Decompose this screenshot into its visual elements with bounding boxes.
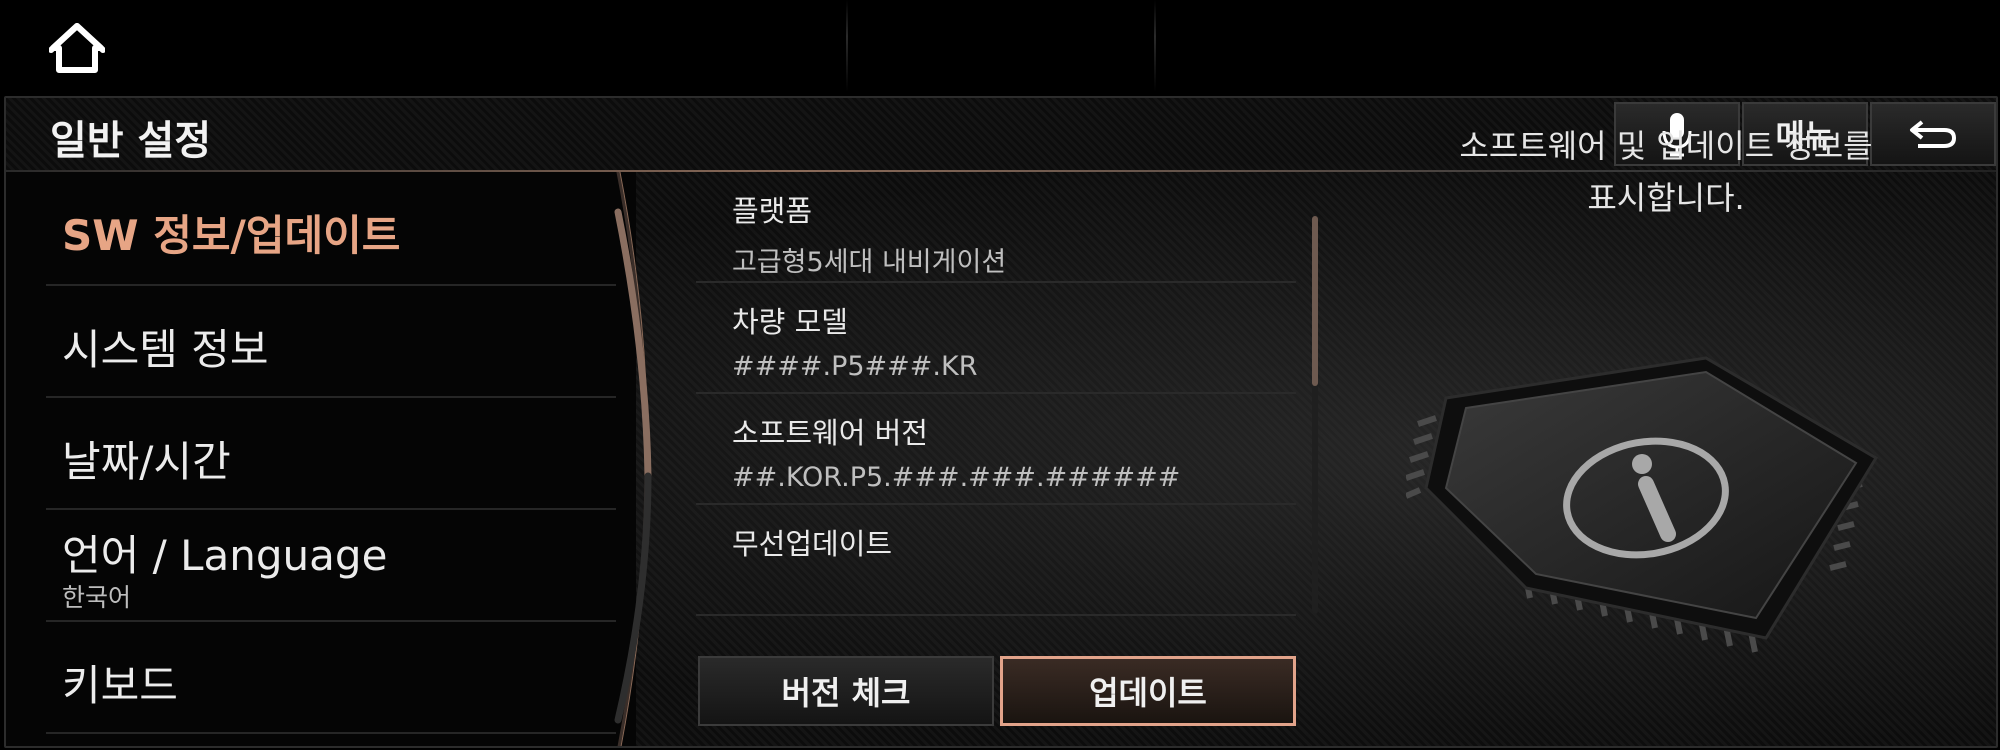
sidebar-item-date-time[interactable]: 날짜/시간 xyxy=(46,398,616,510)
sidebar: SW 정보/업데이트 시스템 정보 날짜/시간 언어 / Language 한국… xyxy=(6,172,636,746)
page-title: 일반 설정 xyxy=(50,118,212,164)
vehicle-model-label: 차량 모델 xyxy=(732,305,848,339)
software-version-value: ##.KOR.P5.###.###.###### xyxy=(732,462,1181,493)
sidebar-item-sw-update[interactable]: SW 정보/업데이트 xyxy=(46,172,616,286)
list-item-software-version: 소프트웨어 버전 ##.KOR.P5.###.###.###### xyxy=(696,394,1296,505)
description-line: 표시합니다. xyxy=(1587,179,1745,217)
info-chip-icon xyxy=(1406,356,1879,653)
list-item-vehicle-model: 차량 모델 ####.P5###.KR xyxy=(696,283,1296,394)
info-list: 플랫폼 고급형5세대 내비게이션 차량 모델 ####.P5###.KR 소프트… xyxy=(696,172,1296,652)
platform-label: 플랫폼 xyxy=(732,194,813,228)
info-list-scrollbar[interactable] xyxy=(1312,216,1318,614)
description-text: 소프트웨어 및 업데이트 정보를 표시합니다. xyxy=(1386,120,1946,224)
scrollbar-thumb[interactable] xyxy=(1312,216,1318,386)
update-button[interactable]: 업데이트 xyxy=(1000,656,1296,726)
sidebar-item-label: 시스템 정보 xyxy=(62,325,269,374)
ota-update-label: 무선업데이트 xyxy=(732,527,893,561)
description-line: 소프트웨어 및 업데이트 정보를 xyxy=(1459,127,1873,165)
top-bar xyxy=(0,0,2000,96)
list-item-platform: 플랫폼 고급형5세대 내비게이션 xyxy=(696,172,1296,283)
settings-panel: 일반 설정 메뉴 SW 정보/업데이트 시스템 정보 날짜/시간 언어 / La… xyxy=(4,96,1998,748)
list-item-ota-update[interactable]: 무선업데이트 xyxy=(696,505,1296,616)
sidebar-item-label: 언어 / Language xyxy=(62,531,388,580)
vehicle-model-value: ####.P5###.KR xyxy=(732,351,978,382)
sidebar-item-label: 키보드 xyxy=(62,661,178,710)
sidebar-item-sublabel: 한국어 xyxy=(62,583,132,612)
home-icon xyxy=(49,23,105,73)
sidebar-scroll-arc[interactable] xyxy=(566,172,656,748)
sidebar-item-keyboard[interactable]: 키보드 xyxy=(46,622,616,734)
sidebar-item-label: 날짜/시간 xyxy=(62,437,231,486)
home-button[interactable] xyxy=(40,18,114,78)
platform-value: 고급형5세대 내비게이션 xyxy=(732,247,1007,278)
sidebar-item-language[interactable]: 언어 / Language 한국어 xyxy=(46,510,616,622)
software-version-label: 소프트웨어 버전 xyxy=(732,416,928,450)
sidebar-item-label: SW 정보/업데이트 xyxy=(62,211,401,260)
top-divider xyxy=(1154,0,1156,92)
version-check-button[interactable]: 버전 체크 xyxy=(698,656,994,726)
sidebar-item-system-info[interactable]: 시스템 정보 xyxy=(46,286,616,398)
top-divider xyxy=(846,0,848,92)
